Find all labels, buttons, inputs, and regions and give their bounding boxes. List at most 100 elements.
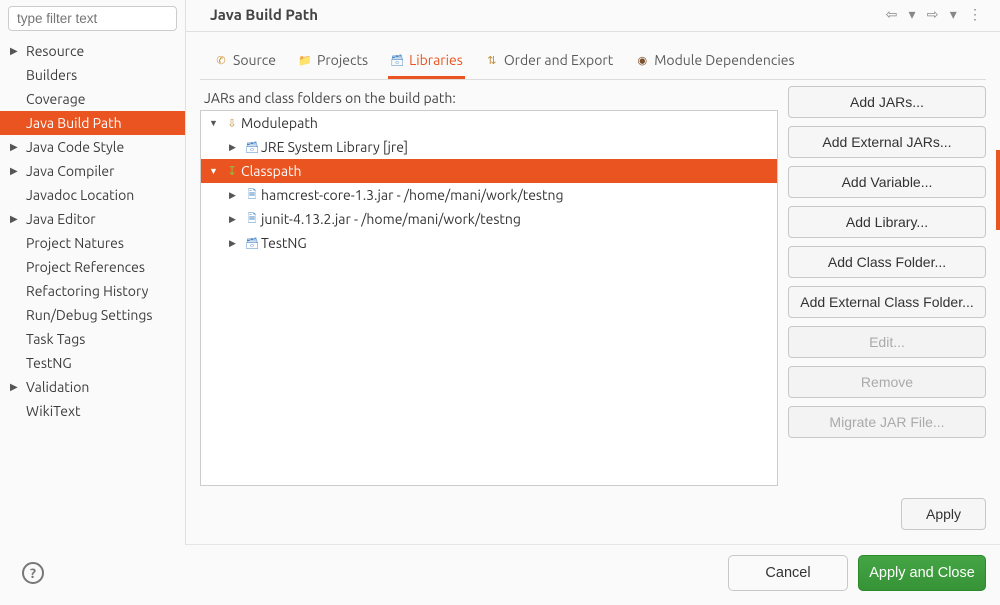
tab-label: Module Dependencies <box>654 52 794 68</box>
lib-icon: 🗃 <box>243 237 261 250</box>
add-external-jars-button[interactable]: Add External JARs... <box>788 126 986 158</box>
nav-item-refactoring-history[interactable]: Refactoring History <box>0 279 185 303</box>
filter-input[interactable] <box>8 6 177 31</box>
nav-item-resource[interactable]: ▶Resource <box>0 39 185 63</box>
tab-label: Order and Export <box>504 52 613 68</box>
classpath-icon: ↧ <box>223 164 241 178</box>
nav-item-javadoc-location[interactable]: Javadoc Location <box>0 183 185 207</box>
tabs: ✆ Source 📁Projects 🗃 Libraries ⇅ Order and Exp… <box>200 44 986 80</box>
nav-item-label: Coverage <box>26 91 86 107</box>
classpath-tree[interactable]: ▼⇩Modulepath▶🗃JRE System Library [jre]▼↧… <box>200 110 778 486</box>
nav-item-task-tags[interactable]: Task Tags <box>0 327 185 351</box>
tab-label: Projects <box>317 52 368 68</box>
tree-row-label: JRE System Library [jre] <box>261 139 408 155</box>
apply-button[interactable]: Apply <box>901 498 986 530</box>
nav-tree: ▶ResourceBuildersCoverageJava Build Path… <box>0 37 185 425</box>
nav-item-java-build-path[interactable]: Java Build Path <box>0 111 185 135</box>
add-external-class-folder-button[interactable]: Add External Class Folder... <box>788 286 986 318</box>
help-icon[interactable]: ? <box>22 562 44 584</box>
chevron-right-icon: ▶ <box>229 142 243 153</box>
page-title: Java Build Path <box>210 6 886 23</box>
nav-item-validation[interactable]: ▶Validation <box>0 375 185 399</box>
tree-row[interactable]: ▼⇩Modulepath <box>201 111 777 135</box>
tab-module-dependencies[interactable]: ◉ Module Dependencies <box>633 44 796 79</box>
add-variable-button[interactable]: Add Variable... <box>788 166 986 198</box>
libraries-icon: 🗃 <box>390 53 404 67</box>
migrate-jar-file-button: Migrate JAR File... <box>788 406 986 438</box>
tab-projects[interactable]: 📁Projects <box>296 44 370 79</box>
tree-row-label: Classpath <box>241 163 302 179</box>
nav-item-run-debug-settings[interactable]: Run/Debug Settings <box>0 303 185 327</box>
chevron-right-icon: ▶ <box>10 213 26 225</box>
nav-item-project-references[interactable]: Project References <box>0 255 185 279</box>
nav-item-builders[interactable]: Builders <box>0 63 185 87</box>
nav-item-label: Project References <box>26 259 145 275</box>
nav-item-label: Java Compiler <box>26 163 114 179</box>
chevron-right-icon: ▶ <box>229 214 243 225</box>
chevron-down-icon: ▼ <box>209 118 223 128</box>
nav-item-label: Resource <box>26 43 84 59</box>
cancel-button[interactable]: Cancel <box>728 555 848 591</box>
nav-item-label: Builders <box>26 67 77 83</box>
back-menu-icon[interactable]: ▾ <box>909 6 920 23</box>
tree-row-label: Modulepath <box>241 115 318 131</box>
nav-item-java-compiler[interactable]: ▶Java Compiler <box>0 159 185 183</box>
chevron-down-icon: ▼ <box>209 166 223 176</box>
jar-icon: 🗎 <box>243 210 261 229</box>
view-menu-icon[interactable]: ⋮ <box>968 6 986 23</box>
dialog-footer: ? Cancel Apply and Close <box>0 545 1000 605</box>
nav-item-java-editor[interactable]: ▶Java Editor <box>0 207 185 231</box>
tab-label: Libraries <box>409 52 463 68</box>
add-class-folder-button[interactable]: Add Class Folder... <box>788 246 986 278</box>
source-icon: ✆ <box>214 53 228 67</box>
nav-item-label: Project Natures <box>26 235 124 251</box>
modpath-icon: ⇩ <box>223 117 241 130</box>
apply-and-close-button[interactable]: Apply and Close <box>858 555 986 591</box>
add-library-button[interactable]: Add Library... <box>788 206 986 238</box>
nav-item-label: Javadoc Location <box>26 187 134 203</box>
tab-source[interactable]: ✆ Source <box>212 44 278 79</box>
forward-icon[interactable]: ⇨ <box>927 6 943 23</box>
back-icon[interactable]: ⇦ <box>886 6 902 23</box>
chevron-right-icon: ▶ <box>10 45 26 57</box>
tree-row[interactable]: ▶🗎junit-4.13.2.jar - /home/mani/work/tes… <box>201 207 777 231</box>
nav-item-label: Java Build Path <box>26 115 122 131</box>
nav-item-java-code-style[interactable]: ▶Java Code Style <box>0 135 185 159</box>
tab-label: Source <box>233 52 276 68</box>
sidebar: ▶ResourceBuildersCoverageJava Build Path… <box>0 0 186 545</box>
button-column: Add JARs... Add External JARs... Add Varia… <box>788 86 986 486</box>
chevron-right-icon: ▶ <box>229 190 243 201</box>
nav-item-coverage[interactable]: Coverage <box>0 87 185 111</box>
tree-row[interactable]: ▶🗃JRE System Library [jre] <box>201 135 777 159</box>
nav-item-label: Refactoring History <box>26 283 148 299</box>
forward-menu-icon[interactable]: ▾ <box>950 6 961 23</box>
nav-item-label: WikiText <box>26 403 81 419</box>
nav-item-label: Run/Debug Settings <box>26 307 153 323</box>
nav-item-label: Java Editor <box>26 211 96 227</box>
scrollbar-marker <box>996 150 1000 230</box>
jar-icon: 🗎 <box>243 186 261 205</box>
tree-row[interactable]: ▼↧Classpath <box>201 159 777 183</box>
nav-item-wikitext[interactable]: WikiText <box>0 399 185 423</box>
chevron-right-icon: ▶ <box>10 381 26 393</box>
order-and-export-icon: ⇅ <box>485 53 499 67</box>
tab-libraries[interactable]: 🗃 Libraries <box>388 44 465 79</box>
lib-icon: 🗃 <box>243 141 261 154</box>
remove-button: Remove <box>788 366 986 398</box>
edit-button: Edit... <box>788 326 986 358</box>
module-dependencies-icon: ◉ <box>635 53 649 67</box>
nav-item-testng[interactable]: TestNG <box>0 351 185 375</box>
tab-order-and-export[interactable]: ⇅ Order and Export <box>483 44 615 79</box>
tree-row[interactable]: ▶🗎hamcrest-core-1.3.jar - /home/mani/wor… <box>201 183 777 207</box>
nav-item-project-natures[interactable]: Project Natures <box>0 231 185 255</box>
tree-row[interactable]: ▶🗃TestNG <box>201 231 777 255</box>
chevron-right-icon: ▶ <box>10 141 26 153</box>
tree-row-label: hamcrest-core-1.3.jar - /home/mani/work/… <box>261 187 564 203</box>
nav-item-label: TestNG <box>26 355 72 371</box>
nav-item-label: Validation <box>26 379 89 395</box>
add-jars-button[interactable]: Add JARs... <box>788 86 986 118</box>
nav-item-label: Task Tags <box>26 331 85 347</box>
chevron-right-icon: ▶ <box>10 165 26 177</box>
tree-description: JARs and class folders on the build path… <box>204 90 778 106</box>
tree-row-label: TestNG <box>261 235 307 251</box>
